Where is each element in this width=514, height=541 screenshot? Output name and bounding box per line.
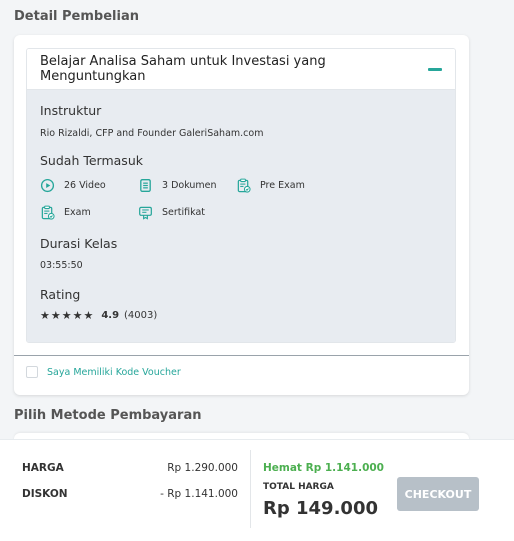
include-text: Exam (64, 207, 91, 218)
rating-value: 4.9 (101, 310, 120, 321)
collapse-icon[interactable] (428, 67, 442, 71)
certificate-icon (139, 206, 152, 220)
play-circle-icon (40, 178, 55, 193)
checkout-button[interactable]: CHECKOUT (397, 477, 479, 511)
clipboard-check-icon (237, 178, 251, 193)
savings-text: Hemat Rp 1.141.000 (263, 462, 384, 474)
include-item-document: 3 Dokumen (138, 178, 236, 193)
card-divider (14, 355, 469, 356)
include-item-exam: Exam (40, 205, 138, 220)
include-item-certificate: Sertifikat (138, 205, 236, 220)
clipboard-check-icon (41, 205, 55, 220)
checkout-summary-bar: HARGA Rp 1.290.000 DISKON - Rp 1.141.000… (0, 439, 514, 541)
include-text: Pre Exam (260, 180, 305, 191)
voucher-label[interactable]: Saya Memiliki Kode Voucher (47, 367, 181, 378)
diskon-value: - Rp 1.141.000 (160, 488, 238, 500)
include-text: Sertifikat (162, 207, 206, 218)
include-text: 3 Dokumen (162, 180, 217, 191)
rating-row: ★★★★★ 4.9 (4003) (40, 309, 442, 322)
diskon-row: DISKON - Rp 1.141.000 (22, 488, 238, 500)
rating-count: (4003) (124, 310, 158, 321)
include-item-video: 26 Video (40, 178, 138, 193)
course-details: Instruktur Rio Rizaldi, CFP and Founder … (27, 90, 455, 342)
rating-label: Rating (40, 287, 81, 302)
duration-value: 03:55:50 (40, 260, 83, 271)
payment-method-title: Pilih Metode Pembayaran (14, 408, 202, 423)
voucher-checkbox[interactable] (26, 366, 38, 378)
summary-divider (250, 450, 251, 528)
course-header[interactable]: Belajar Analisa Saham untuk Investasi ya… (27, 49, 455, 90)
instructor-label: Instruktur (40, 103, 102, 118)
total-label: TOTAL HARGA (263, 482, 334, 492)
includes-label: Sudah Termasuk (40, 153, 143, 168)
includes-list: 26 Video 3 Dokumen Pre Exam Exam Sertifi… (40, 178, 442, 220)
page-title: Detail Pembelian (14, 9, 139, 24)
harga-row: HARGA Rp 1.290.000 (22, 462, 238, 474)
harga-label: HARGA (22, 462, 64, 474)
harga-value: Rp 1.290.000 (167, 462, 238, 474)
rating-stars: ★★★★★ (40, 309, 95, 322)
diskon-label: DISKON (22, 488, 68, 500)
total-value: Rp 149.000 (263, 498, 378, 519)
document-icon (140, 179, 151, 192)
course-title: Belajar Analisa Saham untuk Investasi ya… (40, 54, 326, 84)
include-text: 26 Video (64, 180, 106, 191)
purchase-detail-card: Belajar Analisa Saham untuk Investasi ya… (14, 35, 469, 395)
voucher-option[interactable]: Saya Memiliki Kode Voucher (26, 366, 181, 378)
duration-label: Durasi Kelas (40, 236, 118, 251)
course-accordion: Belajar Analisa Saham untuk Investasi ya… (26, 48, 456, 343)
include-item-pre-exam: Pre Exam (236, 178, 356, 193)
instructor-value: Rio Rizaldi, CFP and Founder GaleriSaham… (40, 128, 264, 139)
